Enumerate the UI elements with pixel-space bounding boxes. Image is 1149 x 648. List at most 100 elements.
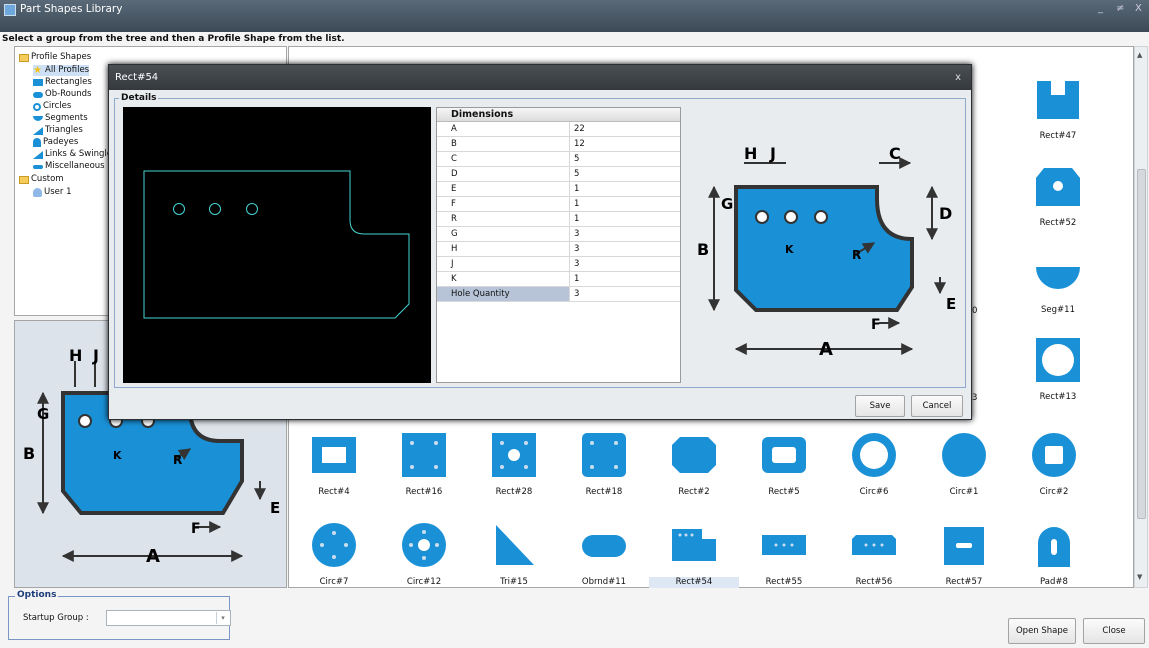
tree-item-rectangles[interactable]: Rectangles <box>33 77 92 88</box>
shape-tri-15[interactable]: Tri#15 <box>469 517 559 605</box>
rect-4holes-shape-icon <box>402 433 446 477</box>
rect-frame-shape-icon <box>312 437 356 473</box>
open-shape-button[interactable]: Open Shape <box>1008 618 1076 644</box>
shape-rect-16[interactable]: Rect#16 <box>379 427 469 515</box>
cancel-button[interactable]: Cancel <box>911 395 963 417</box>
circle-square-hole-shape-icon <box>1032 433 1076 477</box>
shape-circ-1[interactable]: Circ#1 <box>919 427 1009 515</box>
label-j: J <box>92 346 99 365</box>
dimension-row[interactable]: K1 <box>437 272 680 287</box>
minimize-button[interactable]: _ <box>1098 3 1103 14</box>
tree-item-ob-rounds[interactable]: Ob-Rounds <box>33 89 91 100</box>
rect-chamfer-shape-icon <box>1036 168 1080 206</box>
tree-item-triangles[interactable]: Triangles <box>33 125 83 136</box>
dimensions-table: Dimensions A 22 B 12 C5 D5 E1 F1 R1 G3 H3 … <box>436 107 681 383</box>
dimension-row[interactable]: B 12 <box>437 137 680 152</box>
shape-rect-56[interactable]: Rect#56 <box>829 517 919 605</box>
save-button[interactable]: Save <box>855 395 905 417</box>
shape-circ-7[interactable]: Circ#7 <box>289 517 379 605</box>
dimension-row[interactable]: H3 <box>437 242 680 257</box>
circle-icon <box>33 102 41 111</box>
shape-rect-2[interactable]: Rect#2 <box>649 427 739 515</box>
shape-circ-6[interactable]: Circ#6 <box>829 427 919 515</box>
shape-obrnd-11[interactable]: Obrnd#11 <box>559 517 649 605</box>
shape-seg-11[interactable]: Seg#11 <box>1013 245 1103 333</box>
scroll-thumb[interactable] <box>1137 169 1146 519</box>
shape-rect-55[interactable]: Rect#55 <box>739 517 829 605</box>
rect-chamfered-shape-icon <box>672 437 716 473</box>
label-a: A <box>819 339 833 360</box>
title-bar: Part Shapes Library _ ≠ X <box>0 0 1149 32</box>
label-e: E <box>270 499 280 517</box>
shape-outline-drawing <box>143 170 410 319</box>
close-button[interactable]: Close <box>1083 618 1145 644</box>
options-legend: Options <box>15 590 59 600</box>
close-window-button[interactable]: X <box>1135 3 1142 14</box>
tree-item-padeyes[interactable]: Padeyes <box>33 137 78 148</box>
label-g: G <box>37 405 49 423</box>
shape-rect-47[interactable]: Rect#47 <box>1013 71 1103 159</box>
grid-scrollbar[interactable]: ▲ ▼ <box>1134 46 1148 588</box>
dimension-row[interactable]: E1 <box>437 182 680 197</box>
rectangle-icon <box>33 79 43 86</box>
shape-rect-5[interactable]: Rect#5 <box>739 427 829 515</box>
startup-group-select[interactable]: ▾ <box>106 610 231 626</box>
shape-rect-4[interactable]: Rect#4 <box>289 427 379 515</box>
shape-circ-12[interactable]: Circ#12 <box>379 517 469 605</box>
dialog-close-icon[interactable]: x <box>955 65 961 90</box>
tree-custom[interactable]: Custom <box>19 174 64 185</box>
shape-rect-13[interactable]: Rect#13 <box>1013 332 1103 420</box>
tree-root-profile-shapes[interactable]: Profile Shapes <box>19 52 91 63</box>
tree-item-circles[interactable]: Circles <box>33 101 71 112</box>
shape-rect-18[interactable]: Rect#18 <box>559 427 649 515</box>
label-b: B <box>697 240 709 259</box>
label-k: K <box>113 449 122 462</box>
tree-item-user-1[interactable]: User 1 <box>33 187 71 198</box>
tree-item-all-profiles[interactable]: ★ All Profiles <box>33 65 90 76</box>
details-legend: Details <box>119 93 159 103</box>
dimensions-header: Dimensions <box>437 108 680 122</box>
dimension-row[interactable]: G3 <box>437 227 680 242</box>
ob-round-shape-icon <box>582 535 626 557</box>
dimension-row[interactable]: F1 <box>437 197 680 212</box>
shape-pad-8[interactable]: Pad#8 <box>1009 517 1099 605</box>
app-icon <box>4 4 16 16</box>
scroll-down-icon[interactable]: ▼ <box>1137 573 1142 581</box>
shape-circ-2[interactable]: Circ#2 <box>1009 427 1099 515</box>
shape-rect-54[interactable]: Rect#54 <box>649 517 739 605</box>
circle-shape-icon <box>942 433 986 477</box>
rect-notch-holes-shape-icon <box>672 529 716 561</box>
dimension-row[interactable]: J3 <box>437 257 680 272</box>
label-r: R <box>852 248 861 262</box>
misc-icon <box>33 164 43 169</box>
dimension-row[interactable]: C5 <box>437 152 680 167</box>
label-h: H <box>744 144 757 163</box>
shape-rect-52[interactable]: Rect#52 <box>1013 158 1103 246</box>
restore-button[interactable]: ≠ <box>1116 3 1124 14</box>
label-d: D <box>939 204 952 223</box>
rect-center-hole-shape-icon <box>492 433 536 477</box>
label-f: F <box>871 317 881 333</box>
tree-item-links[interactable]: Links & Swingle <box>33 149 112 160</box>
partial-label: 3 <box>972 393 978 403</box>
label-k: K <box>785 243 794 256</box>
link-icon <box>33 150 43 159</box>
shape-rect-28[interactable]: Rect#28 <box>469 427 559 515</box>
chevron-down-icon[interactable]: ▾ <box>216 612 229 624</box>
user-icon <box>33 188 42 197</box>
dimension-row[interactable]: D5 <box>437 167 680 182</box>
label-e: E <box>946 295 956 313</box>
rect-notch-shape-icon <box>1037 81 1079 119</box>
dimension-row[interactable]: A 22 <box>437 122 680 137</box>
shape-canvas[interactable] <box>123 107 431 383</box>
shape-rect-57[interactable]: Rect#57 <box>919 517 1009 605</box>
scroll-up-icon[interactable]: ▲ <box>1137 51 1142 59</box>
window-title: Part Shapes Library <box>20 3 123 15</box>
dimension-row-hole-quantity[interactable]: Hole Quantity 3 <box>437 287 680 302</box>
dimension-row[interactable]: R1 <box>437 212 680 227</box>
dialog-dimension-diagram: H J C G D B K R E F A <box>694 107 964 383</box>
tree-item-miscellaneous[interactable]: Miscellaneous <box>33 161 105 172</box>
label-a: A <box>146 546 160 567</box>
tree-item-segments[interactable]: Segments <box>33 113 88 124</box>
partial-label: 0 <box>972 306 978 316</box>
